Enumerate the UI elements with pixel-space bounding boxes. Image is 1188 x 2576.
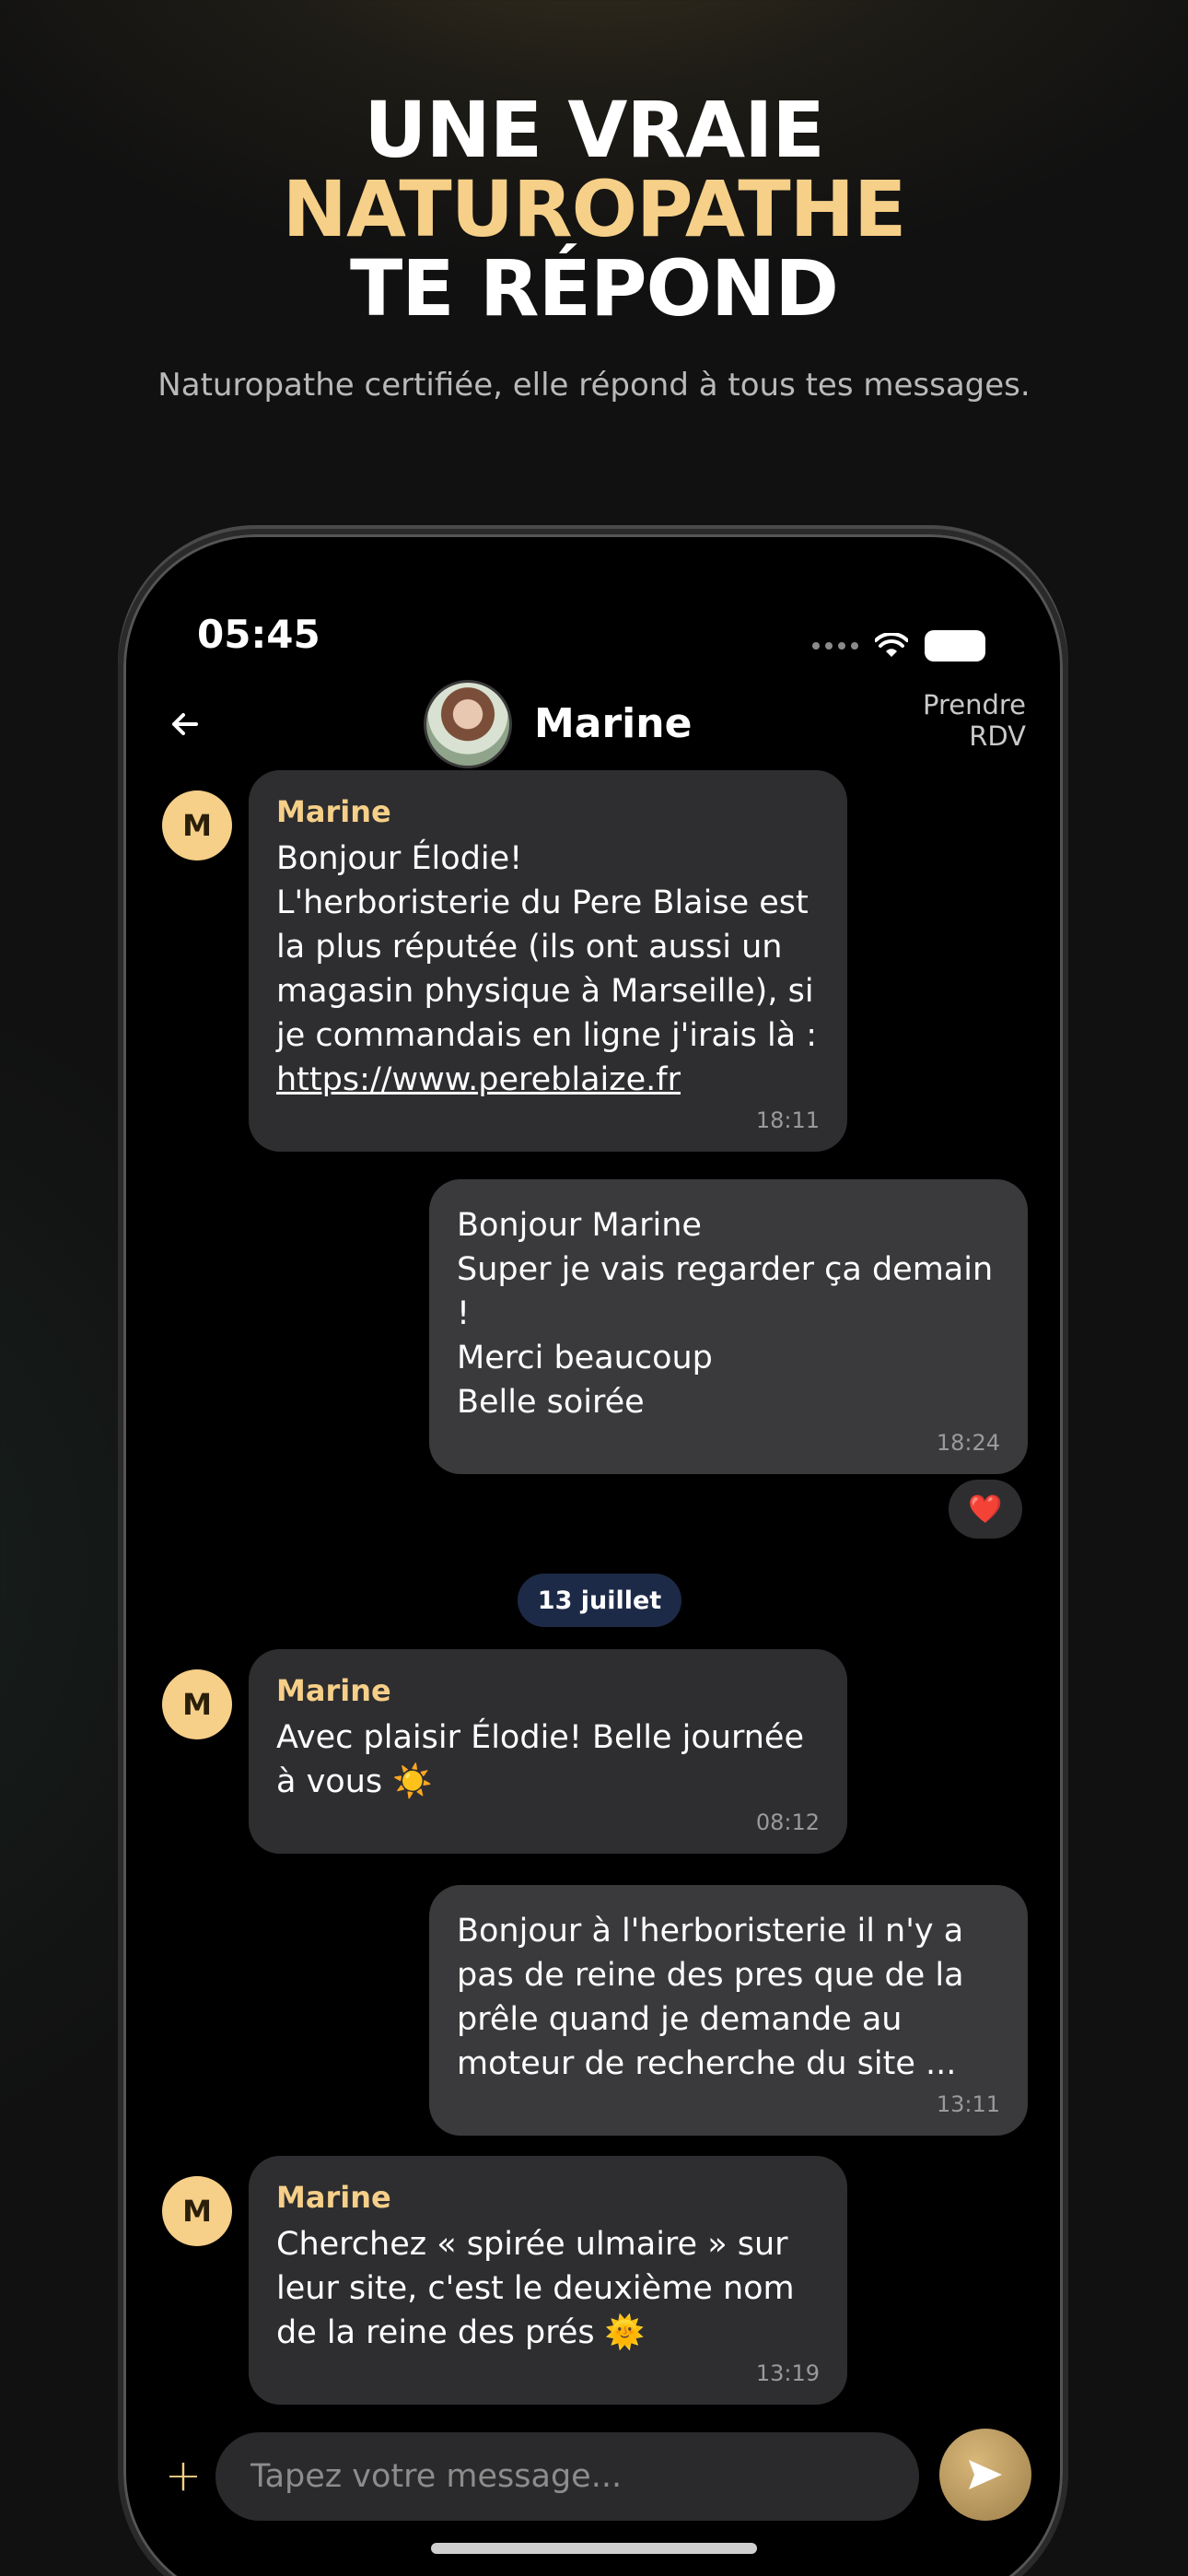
message-text: Bonjour à l'herboristerie il n'y a pas d… (457, 1913, 964, 2082)
message-time: 08:12 (755, 1809, 820, 1835)
message-sender: Marine (276, 794, 391, 829)
message-time: 13:19 (755, 2360, 820, 2386)
send-button[interactable] (939, 2429, 1031, 2521)
message-input[interactable] (215, 2432, 919, 2521)
back-arrow-icon (172, 713, 198, 735)
message-text: Cherchez « spirée ulmaire » sur leur sit… (276, 2226, 795, 2351)
hero-title-line2: NATUROPATHE (282, 164, 907, 254)
message-text: Avec plaisir Élodie! Belle journée à vou… (276, 1719, 804, 1800)
send-icon (969, 2460, 1002, 2489)
message-text: Bonjour Élodie! L'herboristerie du Pere … (276, 840, 818, 1054)
incoming-message[interactable]: Marine Bonjour Élodie! L'herboristerie d… (249, 770, 847, 1152)
chat-header: Marine Prendre RDV (123, 673, 1063, 774)
message-sender: Marine (276, 1673, 391, 1708)
battery-icon (925, 630, 985, 662)
outgoing-message[interactable]: Bonjour Marine Super je vais regarder ça… (429, 1179, 1028, 1474)
sender-avatar: M (162, 790, 232, 861)
wifi-icon (875, 633, 908, 657)
outgoing-message[interactable]: Bonjour à l'herboristerie il n'y a pas d… (429, 1885, 1028, 2136)
message-composer: + (123, 2427, 1063, 2528)
status-time: 05:45 (197, 612, 320, 657)
phone-mockup: 05:45 Marine Prendre RDV M Marine Bonjou… (118, 529, 1068, 2576)
date-separator: 13 juillet (518, 1574, 681, 1627)
attach-button[interactable]: + (160, 2453, 206, 2499)
status-icons (812, 630, 985, 662)
back-button[interactable] (164, 704, 204, 744)
heart-reaction[interactable]: ❤️ (949, 1480, 1022, 1539)
message-time: 13:11 (936, 2091, 1000, 2117)
home-indicator (431, 2543, 757, 2554)
hero-subtitle: Naturopathe certifiée, elle répond à tou… (157, 367, 1031, 404)
sender-avatar: M (162, 1669, 232, 1739)
message-sender: Marine (276, 2180, 391, 2215)
message-time: 18:11 (755, 1107, 820, 1133)
hero-title: UNE VRAIE NATUROPATHE TE RÉPOND (0, 90, 1188, 328)
sender-avatar: M (162, 2176, 232, 2246)
message-text: Bonjour Marine Super je vais regarder ça… (457, 1207, 994, 1421)
book-appointment-button[interactable]: Prendre RDV (897, 689, 1026, 752)
message-time: 18:24 (936, 1430, 1000, 1456)
plus-icon: + (164, 2450, 203, 2501)
incoming-message[interactable]: Marine Cherchez « spirée ulmaire » sur l… (249, 2156, 847, 2405)
heart-icon: ❤️ (968, 1493, 1003, 1526)
hero-title-line1: UNE VRAIE (364, 85, 824, 175)
hero-title-line3: TE RÉPOND (350, 243, 839, 334)
incoming-message[interactable]: Marine Avec plaisir Élodie! Belle journé… (249, 1649, 847, 1854)
contact-name[interactable]: Marine (534, 700, 692, 747)
contact-avatar[interactable] (424, 680, 512, 768)
signal-icon (812, 642, 858, 650)
status-bar: 05:45 (123, 534, 1063, 662)
message-link[interactable]: https://www.pereblaize.fr (276, 1058, 820, 1102)
